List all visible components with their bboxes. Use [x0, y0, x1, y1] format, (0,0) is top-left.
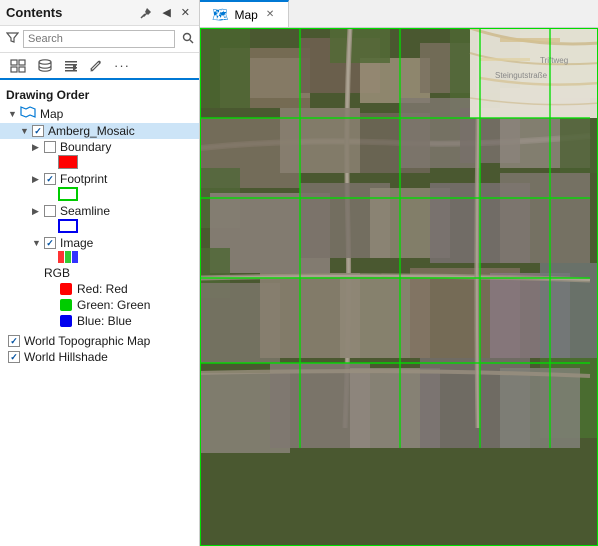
seamline-label: Seamline — [60, 204, 110, 218]
boundary-swatch — [58, 155, 78, 169]
green-label: Green: Green — [77, 298, 150, 312]
map-expand-arrow — [8, 109, 18, 119]
rgb-label-item: RGB — [0, 265, 199, 281]
image-swatch — [58, 251, 78, 263]
seamline-swatch-row — [0, 219, 199, 235]
footprint-item[interactable]: Footprint — [0, 171, 199, 187]
footprint-checkbox[interactable] — [44, 173, 56, 185]
auto-hide-icon: ◀ — [162, 6, 170, 19]
blue-dot — [60, 315, 72, 327]
world-topo-checkbox[interactable] — [8, 335, 20, 347]
boundary-checkbox[interactable] — [44, 141, 56, 153]
green-bar — [65, 251, 71, 263]
pin-button[interactable] — [137, 5, 155, 21]
image-swatch-row — [0, 251, 199, 265]
blue-label: Blue: Blue — [77, 314, 132, 328]
database-button[interactable] — [33, 57, 57, 75]
search-input[interactable] — [23, 30, 175, 48]
world-hillshade-label: World Hillshade — [24, 350, 108, 364]
map-satellite-layer: Steingutstraße Triftweg — [200, 28, 598, 546]
green-channel-item: Green: Green — [0, 297, 199, 313]
red-label: Red: Red — [77, 282, 128, 296]
red-channel-item: Red: Red — [0, 281, 199, 297]
image-item[interactable]: Image — [0, 235, 199, 251]
blue-bar — [72, 251, 78, 263]
amberg-label: Amberg_Mosaic — [48, 124, 135, 138]
boundary-label: Boundary — [60, 140, 111, 154]
panel-header: Contents ◀ ✕ — [0, 0, 199, 26]
svg-text:Steingutstraße: Steingutstraße — [495, 71, 548, 80]
svg-text:Triftweg: Triftweg — [540, 56, 568, 65]
map-icon — [20, 105, 36, 122]
filter-layer-button[interactable] — [60, 57, 82, 75]
search-icon — [182, 32, 194, 44]
boundary-swatch-row — [0, 155, 199, 171]
footprint-swatch — [58, 187, 78, 201]
seamline-item[interactable]: Seamline — [0, 203, 199, 219]
database-icon — [37, 59, 53, 73]
amberg-checkbox[interactable] — [32, 125, 44, 137]
pencil-icon — [89, 59, 103, 73]
panel-title: Contents — [6, 5, 62, 20]
map-tab-close[interactable]: ✕ — [264, 9, 276, 21]
list-view-icon — [10, 59, 26, 73]
map-tab-icon: 🗺 — [212, 7, 229, 23]
contents-panel: Contents ◀ ✕ — [0, 0, 200, 546]
footprint-expand-arrow — [32, 174, 42, 185]
amberg-mosaic-item[interactable]: Amberg_Mosaic — [0, 123, 199, 139]
map-area: 🗺 Map ✕ — [200, 0, 598, 546]
drawing-order-label: Drawing Order — [0, 84, 199, 104]
seamline-expand-arrow — [32, 206, 42, 217]
close-panel-button[interactable]: ✕ — [178, 4, 193, 21]
map-tab-label: Map — [235, 8, 258, 22]
more-options-button[interactable]: ··· — [110, 56, 134, 75]
auto-hide-button[interactable]: ◀ — [159, 4, 173, 21]
blue-channel-item: Blue: Blue — [0, 313, 199, 329]
image-label: Image — [60, 236, 93, 250]
map-tab[interactable]: 🗺 Map ✕ — [200, 0, 289, 27]
filter-bar: ▼ — [0, 26, 199, 53]
map-viewport[interactable]: Steingutstraße Triftweg — [200, 28, 598, 546]
seamline-swatch — [58, 219, 78, 233]
world-topo-label: World Topographic Map — [24, 334, 150, 348]
boundary-item[interactable]: Boundary — [0, 139, 199, 155]
close-icon: ✕ — [181, 6, 190, 19]
boundary-expand-arrow — [32, 142, 42, 153]
green-dot — [60, 299, 72, 311]
map-tab-bar: 🗺 Map ✕ — [200, 0, 598, 28]
image-checkbox[interactable] — [44, 237, 56, 249]
world-hillshade-checkbox[interactable] — [8, 351, 20, 363]
layer-filter-icon — [64, 59, 78, 73]
list-view-button[interactable] — [6, 57, 30, 75]
footprint-label: Footprint — [60, 172, 107, 186]
seamline-checkbox[interactable] — [44, 205, 56, 217]
world-topo-item[interactable]: World Topographic Map — [0, 333, 199, 349]
edit-button[interactable] — [85, 57, 107, 75]
red-bar — [58, 251, 64, 263]
rgb-label: RGB — [44, 266, 70, 280]
red-dot — [60, 283, 72, 295]
amberg-expand-arrow — [20, 126, 30, 136]
more-options-icon: ··· — [114, 58, 130, 73]
panel-header-icons: ◀ ✕ — [137, 4, 193, 21]
pin-icon — [140, 7, 152, 19]
map-label: Map — [40, 107, 63, 121]
filter-icon — [6, 31, 19, 47]
world-hillshade-item[interactable]: World Hillshade — [0, 349, 199, 365]
layer-toolbar: ··· — [0, 53, 199, 80]
footprint-swatch-row — [0, 187, 199, 203]
map-root-item[interactable]: Map — [0, 104, 199, 123]
search-button[interactable] — [179, 31, 197, 48]
image-expand-arrow — [32, 238, 42, 248]
layer-tree: Drawing Order Map Amberg_Mosaic Boundary — [0, 80, 199, 546]
